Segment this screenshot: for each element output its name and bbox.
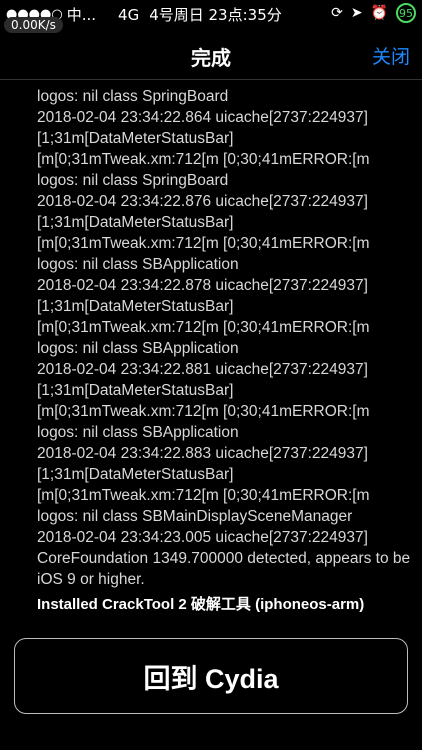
- log-line: [m[0;31mTweak.xm:712[m [0;30;41mERROR:[m: [37, 403, 370, 420]
- log-line: [1;31m[DataMeterStatusBar]: [37, 130, 234, 147]
- status-bar-right: ⟳ ➤ ⏰ 95: [331, 3, 416, 23]
- log-line: 2018-02-04 23:34:22.864 uicache[2737:224…: [37, 109, 368, 126]
- log-line: logos: nil class SBApplication: [37, 340, 239, 357]
- battery-level: 95: [396, 3, 416, 23]
- log-line: 2018-02-04 23:34:22.878 uicache[2737:224…: [37, 277, 368, 294]
- log-line: logos: nil class SBApplication: [37, 424, 239, 441]
- log-line: logos: nil class SpringBoard: [37, 172, 229, 189]
- log-line: logos: nil class SpringBoard: [37, 88, 229, 105]
- location-arrow-icon: ➤: [350, 5, 363, 21]
- log-line: [1;31m[DataMeterStatusBar]: [37, 466, 234, 483]
- log-line: 2018-02-04 23:34:23.005 uicache[2737:224…: [37, 529, 368, 546]
- log-line: [m[0;31mTweak.xm:712[m [0;30;41mERROR:[m: [37, 235, 370, 252]
- network-type-label: 4G: [118, 5, 140, 24]
- close-button[interactable]: 关闭: [372, 42, 410, 69]
- log-line: [m[0;31mTweak.xm:712[m [0;30;41mERROR:[m: [37, 487, 370, 504]
- log-line: [1;31m[DataMeterStatusBar]: [37, 382, 234, 399]
- status-bar: ●●●●○ 中... 4G 4号周日 23点:35分 ⟳ ➤ ⏰ 95 0.00…: [0, 0, 422, 33]
- log-line: 2018-02-04 23:34:22.883 uicache[2737:224…: [37, 445, 368, 462]
- log-line: CoreFoundation 1349.700000 detected, app…: [37, 550, 411, 588]
- page-title: 完成: [191, 46, 231, 70]
- carrier-label: 中...: [66, 6, 97, 24]
- return-to-cydia-button[interactable]: 回到 Cydia: [14, 638, 408, 714]
- status-datetime: 4号周日 23点:35分: [149, 6, 282, 24]
- log-line: [1;31m[DataMeterStatusBar]: [37, 214, 234, 231]
- rotation-lock-icon: ⟳: [331, 5, 343, 21]
- log-line: [m[0;31mTweak.xm:712[m [0;30;41mERROR:[m: [37, 319, 370, 336]
- alarm-icon: ⏰: [370, 5, 388, 21]
- log-line: 2018-02-04 23:34:22.881 uicache[2737:224…: [37, 361, 368, 378]
- log-line: 2018-02-04 23:34:22.876 uicache[2737:224…: [37, 193, 368, 210]
- nav-bar: 完成 关闭: [0, 34, 422, 80]
- install-success-message: Installed CrackTool 2 破解工具 (iphoneos-arm…: [37, 596, 365, 613]
- log-line: logos: nil class SBApplication: [37, 256, 239, 273]
- log-line: [1;31m[DataMeterStatusBar]: [37, 298, 234, 315]
- log-line: logos: nil class SBMainDisplaySceneManag…: [37, 508, 353, 525]
- network-speed-badge: 0.00K/s: [4, 17, 63, 33]
- install-log: logos: nil class SpringBoard 2018-02-04 …: [37, 86, 415, 590]
- log-line: [m[0;31mTweak.xm:712[m [0;30;41mERROR:[m: [37, 151, 370, 168]
